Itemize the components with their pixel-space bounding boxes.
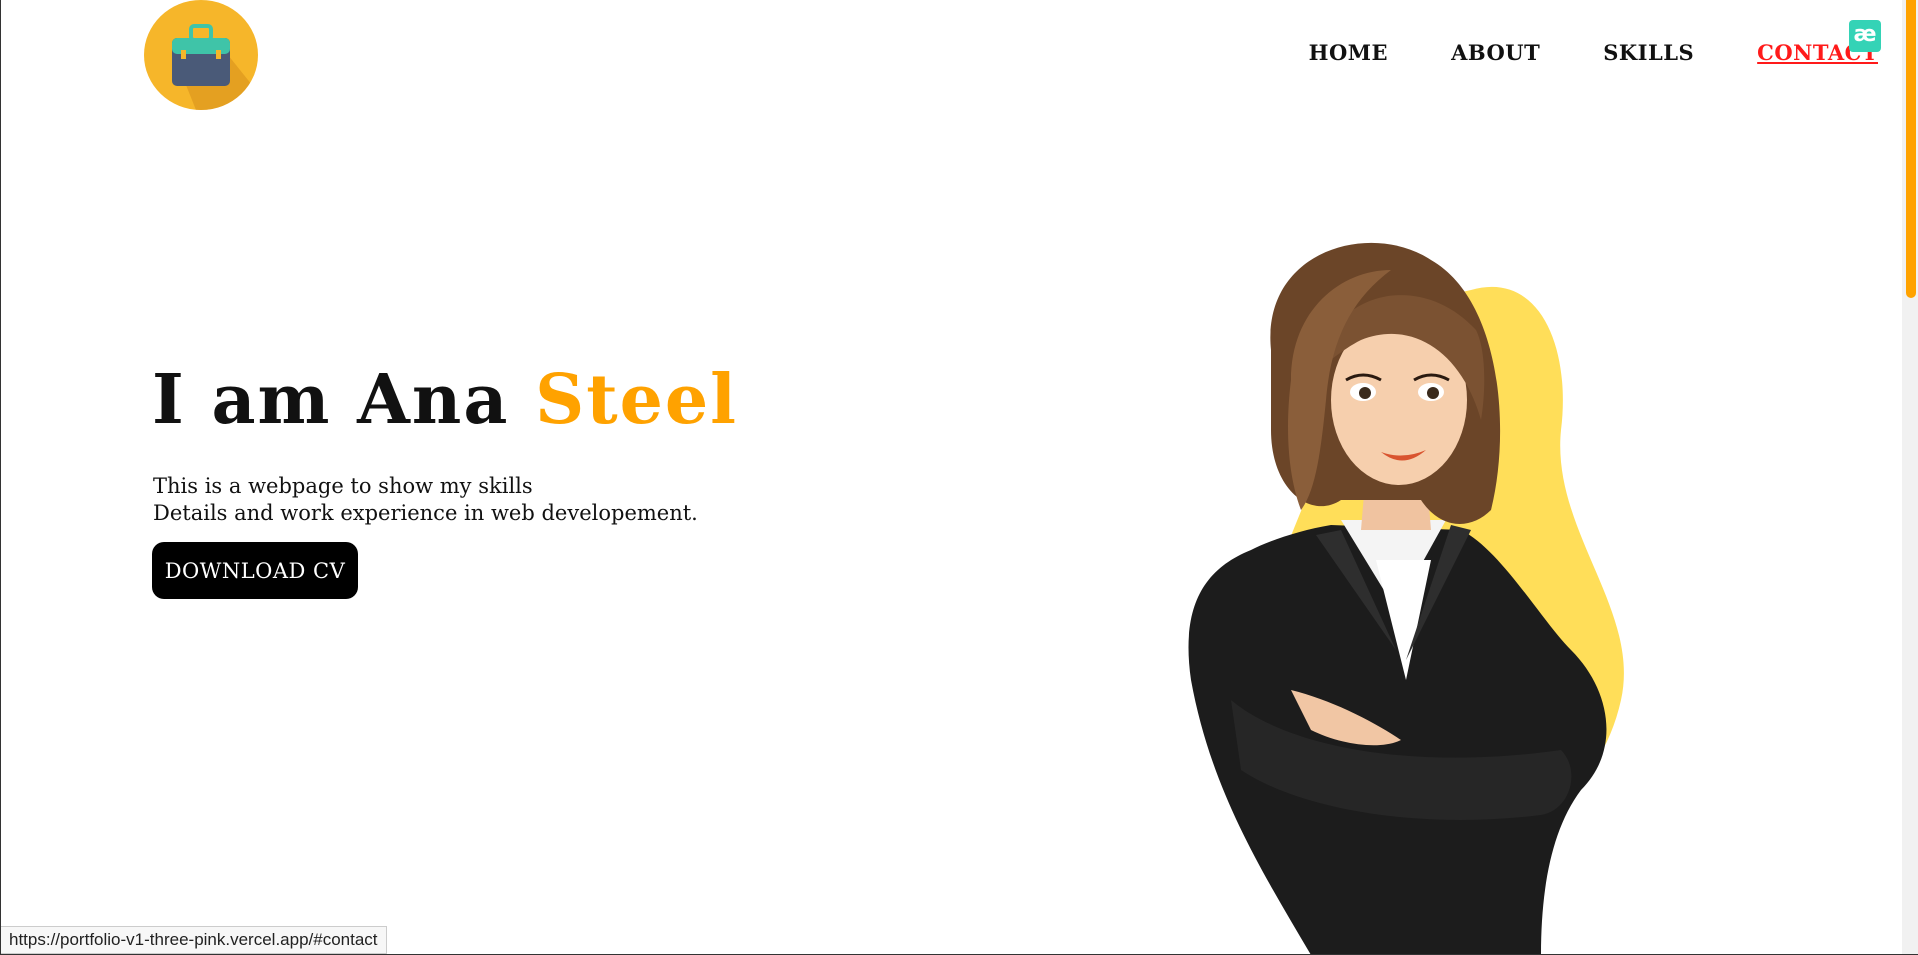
hero-title: I am Ana Steel [152,360,738,440]
hero-title-prefix: I am Ana [152,360,536,440]
download-cv-button[interactable]: DOWNLOAD CV [152,542,358,599]
main-nav: HOME ABOUT SKILLS CONTACT [1246,40,1878,65]
hero-illustration [1188,242,1624,954]
scrollbar-thumb[interactable] [1906,0,1916,298]
extension-icon[interactable]: æ [1849,20,1881,52]
page: HOME ABOUT SKILLS CONTACT æ I am Ana Ste… [0,0,1918,955]
status-url: https://portfolio-v1-three-pink.vercel.a… [1,926,387,954]
briefcase-icon [172,24,258,110]
hero-desc-line-2: Details and work experience in web devel… [153,501,698,525]
scrollbar[interactable] [1902,0,1918,954]
hero-title-accent: Steel [535,360,738,440]
logo[interactable] [144,0,258,110]
nav-home[interactable]: HOME [1309,40,1388,65]
nav-skills[interactable]: SKILLS [1603,40,1694,65]
hero-desc-line-1: This is a webpage to show my skills [153,474,533,498]
hero-description: This is a webpage to show my skills Deta… [153,473,698,527]
nav-about[interactable]: ABOUT [1451,40,1540,65]
